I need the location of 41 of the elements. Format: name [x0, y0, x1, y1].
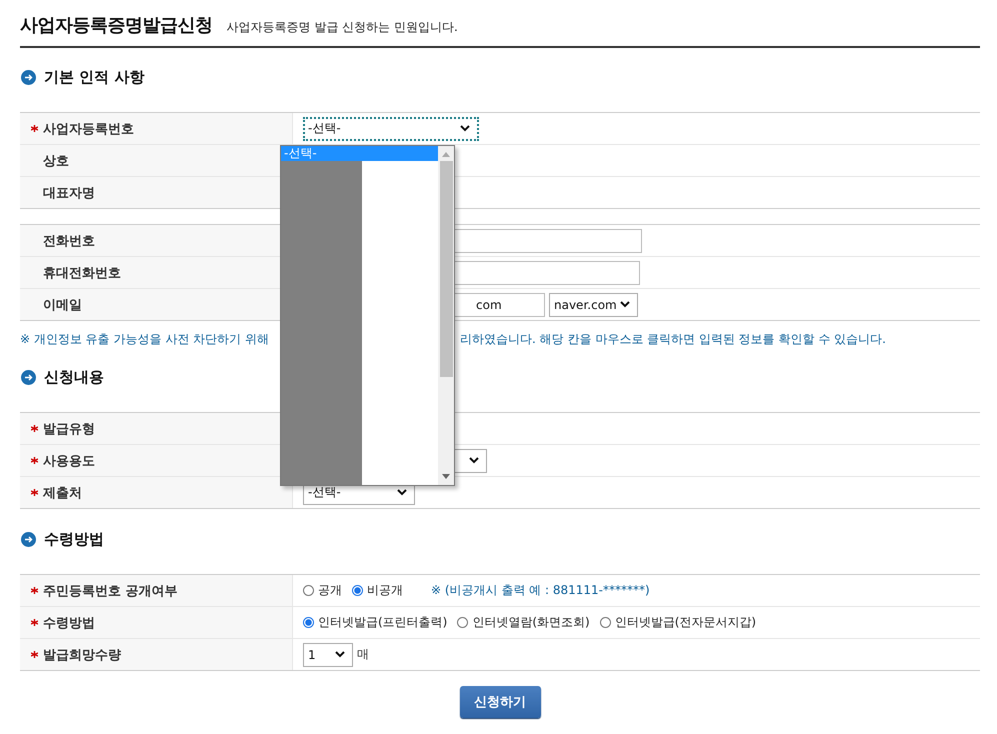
page-subtitle: 사업자등록증명 발급 신청하는 민원입니다.	[226, 19, 458, 36]
privacy-notice: ※ 개인정보 유출 가능성을 사전 차단하기 위해	[20, 331, 270, 348]
radio-option[interactable]: 공개	[303, 582, 342, 599]
field-label: 발급유형	[43, 420, 95, 438]
field-label: 주민등록번호 공개여부	[43, 582, 178, 600]
field-label: 전화번호	[43, 232, 95, 250]
field-label: 사업자등록번호	[43, 120, 134, 138]
scroll-thumb[interactable]	[440, 161, 452, 377]
chevron-icon	[397, 489, 407, 496]
chevron-icon	[469, 457, 479, 464]
arrow-circle-icon	[21, 70, 36, 84]
field-label: 사용용도	[43, 452, 95, 470]
radio-option[interactable]: 인터넷발급(전자문서지갑)	[600, 614, 756, 631]
radio-option[interactable]: 인터넷열람(화면조회)	[457, 614, 590, 631]
field-label: 이메일	[43, 296, 82, 314]
arrow-circle-icon	[21, 532, 36, 546]
privacy-notice: 리하였습니다. 해당 칸을 마우스로 클릭하면 입력된 정보를 확인할 수 있습니다.	[460, 331, 886, 348]
chevron-icon	[460, 125, 470, 132]
page-title: 사업자등록증명발급신청	[20, 14, 212, 38]
unit-label: 매	[357, 646, 369, 663]
field-label: 휴대전화번호	[43, 264, 121, 282]
select-field[interactable]: -선택-	[303, 116, 479, 140]
field-label: 제출처	[43, 484, 82, 502]
chevron-icon	[620, 301, 630, 308]
scrollbar[interactable]	[438, 146, 454, 485]
field-label: 대표자명	[43, 184, 95, 202]
scroll-up-icon	[442, 152, 450, 157]
section-title: 수령방법	[44, 530, 104, 548]
field-label: 수령방법	[43, 614, 95, 632]
radio-option[interactable]: 인터넷발급(프린터출력)	[303, 614, 448, 631]
field-label: 상호	[43, 152, 69, 170]
domain-select[interactable]: naver.com	[549, 292, 638, 316]
arrow-circle-icon	[21, 370, 36, 384]
radio-option[interactable]: 비공개	[352, 582, 403, 599]
chevron-icon	[335, 651, 345, 658]
quantity-select[interactable]: 1	[303, 642, 353, 666]
section-title: 기본 인적 사항	[44, 68, 144, 86]
example-note: ※ (비공개시 출력 예 : 881111-*******)	[431, 582, 650, 599]
section-title: 신청내용	[44, 368, 104, 386]
submit-button[interactable]: 신청하기	[460, 686, 540, 718]
field-label: 발급희망수량	[43, 646, 121, 664]
